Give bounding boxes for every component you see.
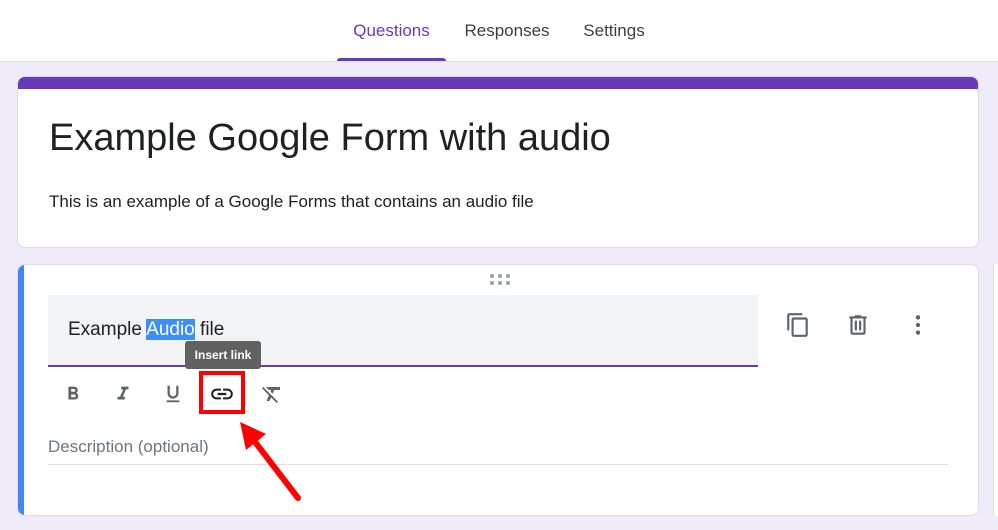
tab-questions[interactable]: Questions bbox=[337, 0, 446, 61]
question-card[interactable]: Example Audio file Insert link Descripti… bbox=[17, 264, 979, 516]
italic-button[interactable] bbox=[106, 377, 140, 411]
clear-formatting-button[interactable] bbox=[255, 377, 289, 411]
top-tab-bar: Questions Responses Settings bbox=[0, 0, 998, 62]
question-text-after: file bbox=[194, 319, 225, 340]
next-card-edge bbox=[993, 264, 998, 516]
tab-responses[interactable]: Responses bbox=[452, 0, 562, 61]
selected-text: Audio bbox=[146, 319, 195, 340]
bold-icon bbox=[68, 386, 79, 400]
form-description[interactable]: This is an example of a Google Forms tha… bbox=[49, 192, 534, 212]
clear-formatting-icon bbox=[262, 387, 280, 403]
bold-button[interactable] bbox=[56, 377, 90, 411]
copy-icon bbox=[787, 313, 808, 337]
more-vert-icon bbox=[915, 315, 921, 335]
insert-link-tooltip: Insert link bbox=[185, 341, 261, 369]
drag-handle-icon[interactable] bbox=[488, 273, 512, 287]
annotation-highlight-box bbox=[199, 371, 245, 414]
header-accent-bar bbox=[18, 77, 978, 89]
underline-icon bbox=[166, 385, 180, 403]
description-placeholder: Description (optional) bbox=[48, 437, 209, 456]
question-text-before: Example bbox=[68, 319, 147, 340]
delete-button[interactable] bbox=[843, 310, 873, 340]
duplicate-button[interactable] bbox=[783, 310, 813, 340]
annotation-arrow-icon bbox=[240, 422, 301, 501]
more-options-button[interactable] bbox=[903, 310, 933, 340]
active-card-indicator bbox=[18, 265, 24, 515]
form-header-card[interactable]: Example Google Form with audio This is a… bbox=[17, 76, 979, 248]
tab-settings[interactable]: Settings bbox=[570, 0, 658, 61]
question-title-text[interactable]: Example Audio file bbox=[68, 319, 224, 341]
trash-icon bbox=[849, 315, 867, 335]
form-title[interactable]: Example Google Form with audio bbox=[49, 117, 611, 160]
question-title-input[interactable]: Example Audio file bbox=[48, 295, 758, 367]
question-description-input[interactable]: Description (optional) bbox=[48, 433, 948, 465]
italic-icon bbox=[117, 386, 129, 400]
underline-button[interactable] bbox=[156, 377, 190, 411]
active-tab-indicator bbox=[337, 58, 446, 61]
